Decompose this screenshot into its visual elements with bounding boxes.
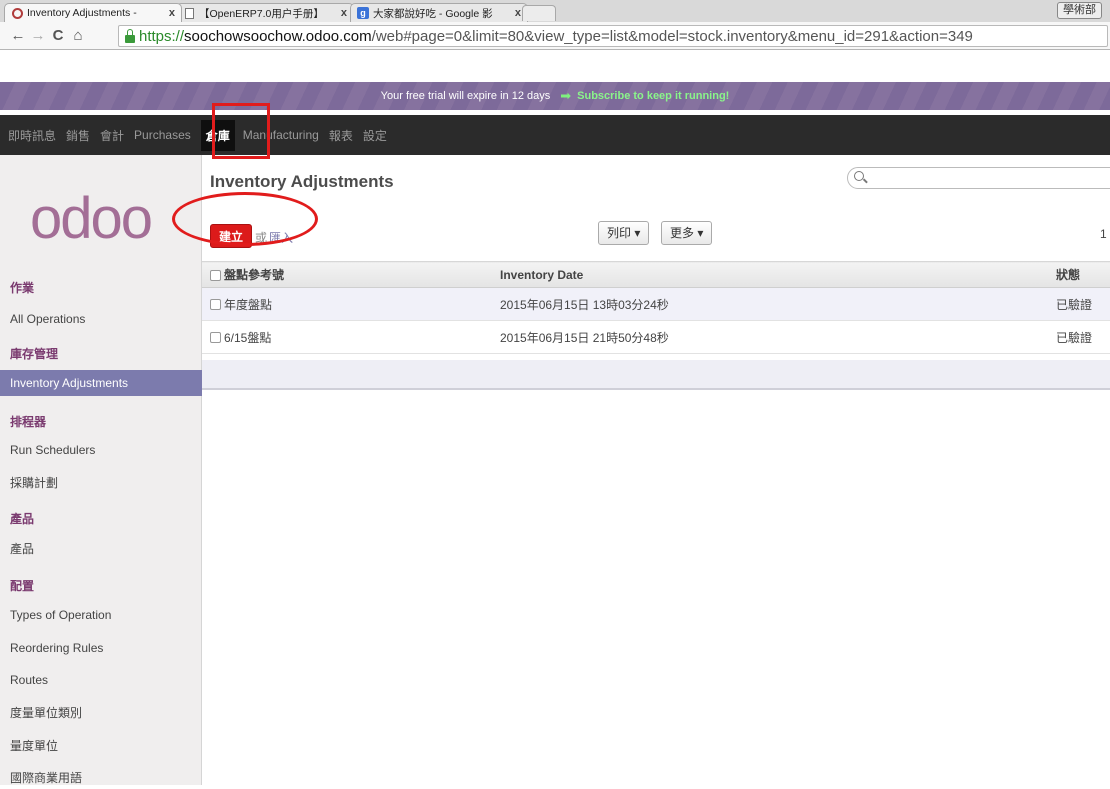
close-icon[interactable]: x: [341, 7, 347, 19]
column-header-inventory-date[interactable]: Inventory Date: [500, 261, 1056, 288]
menu-reports[interactable]: 報表: [329, 127, 353, 144]
row-select-cell: [202, 320, 224, 354]
sidebar-item-routes[interactable]: Routes: [0, 669, 202, 691]
print-dropdown-button[interactable]: 列印 ▾: [598, 221, 650, 245]
import-link[interactable]: 匯入: [269, 229, 293, 246]
sidebar-item-products[interactable]: 產品: [0, 538, 202, 560]
table-header-row: 盤點參考號 Inventory Date 狀態: [202, 261, 1110, 288]
sidebar-item-incoterms[interactable]: 國際商業用語: [0, 767, 202, 789]
tab-title: Inventory Adjustments -: [27, 7, 137, 19]
select-all-checkbox[interactable]: [210, 269, 221, 281]
table-row[interactable]: 年度盤點 2015年06月15日 13時03分24秒 已驗證: [202, 287, 1110, 321]
close-icon[interactable]: x: [169, 7, 175, 19]
cell-status[interactable]: 已驗證: [1056, 320, 1110, 354]
sidebar-item-units-of-measure[interactable]: 量度單位: [0, 735, 202, 757]
menu-warehouse[interactable]: 倉庫: [200, 119, 235, 151]
sidebar-item-procurement-plan[interactable]: 採購計劃: [0, 472, 202, 494]
tab-title: 大家都說好吃 - Google 影: [373, 7, 493, 20]
cell-reference[interactable]: 6/15盤點: [224, 320, 500, 354]
tab-title: 【OpenERP7.0用户手册】: [199, 7, 324, 20]
url-scheme: https://: [139, 27, 185, 45]
browser-tab-google[interactable]: g 大家都說好吃 - Google 影 x: [350, 3, 528, 22]
sidebar-item-uom-categories[interactable]: 度量單位類別: [0, 702, 202, 724]
cell-inventory-date[interactable]: 2015年06月15日 13時03分24秒: [500, 287, 1056, 321]
forward-icon[interactable]: →: [28, 27, 48, 44]
menu-manufacturing[interactable]: Manufacturing: [243, 128, 319, 142]
or-label: 或: [255, 231, 268, 245]
url-path: /web#page=0&limit=80&view_type=list&mode…: [371, 27, 973, 45]
pager[interactable]: 1: [1100, 227, 1107, 241]
home-icon[interactable]: ⌂: [68, 27, 88, 44]
row-select-cell: [202, 287, 224, 321]
url-host: soochowsoochow.odoo.com: [184, 27, 372, 45]
menu-purchases[interactable]: Purchases: [134, 128, 191, 142]
sidebar: odoo 作業 All Operations 庫存管理 Inventory Ad…: [0, 155, 202, 785]
menu-accounting[interactable]: 會計: [100, 127, 124, 144]
inventory-list-table: 盤點參考號 Inventory Date 狀態 年度盤點 2015年06月15日…: [202, 261, 1110, 354]
sidebar-item-run-schedulers[interactable]: Run Schedulers: [0, 439, 202, 461]
trial-message: Your free trial will expire in 12 days: [380, 90, 551, 102]
row-checkbox[interactable]: [210, 299, 221, 311]
sidebar-section-products: 產品: [10, 512, 35, 526]
odoo-icon: [11, 7, 23, 19]
sidebar-section-inventory-control: 庫存管理: [10, 347, 59, 361]
trial-banner: Your free trial will expire in 12 days ➡…: [0, 82, 1110, 110]
arrow-right-icon: ➡: [560, 88, 572, 103]
sidebar-item-inventory-adjustments[interactable]: Inventory Adjustments: [0, 370, 202, 396]
row-checkbox[interactable]: [210, 332, 221, 344]
browser-tab-bar: Inventory Adjustments - x 【OpenERP7.0用户手…: [0, 0, 1110, 22]
sidebar-item-all-operations[interactable]: All Operations: [0, 308, 202, 330]
search-icon: [854, 171, 864, 181]
table-row[interactable]: 6/15盤點 2015年06月15日 21時50分48秒 已驗證: [202, 320, 1110, 354]
more-dropdown-button[interactable]: 更多 ▾: [661, 221, 713, 245]
column-header-reference[interactable]: 盤點參考號: [224, 261, 500, 288]
address-bar[interactable]: https:// soochowsoochow.odoo.com /web#pa…: [118, 25, 1108, 47]
sidebar-section-schedulers: 排程器: [10, 415, 47, 429]
cell-status[interactable]: 已驗證: [1056, 287, 1110, 321]
cell-inventory-date[interactable]: 2015年06月15日 21時50分48秒: [500, 320, 1056, 354]
profile-badge[interactable]: 學術部: [1057, 2, 1102, 19]
sidebar-item-reordering-rules[interactable]: Reordering Rules: [0, 637, 202, 659]
menu-messaging[interactable]: 即時訊息: [8, 127, 56, 144]
sidebar-item-types-of-operation[interactable]: Types of Operation: [0, 604, 202, 626]
cell-reference[interactable]: 年度盤點: [224, 287, 500, 321]
sidebar-section-operations: 作業: [10, 281, 35, 295]
create-button[interactable]: 建立: [210, 224, 253, 248]
column-header-status[interactable]: 狀態: [1056, 261, 1110, 288]
lock-icon: [125, 28, 135, 43]
menu-settings[interactable]: 設定: [363, 127, 387, 144]
menu-sales[interactable]: 銷售: [66, 127, 90, 144]
browser-tab-manual[interactable]: 【OpenERP7.0用户手册】 x: [176, 3, 354, 22]
sidebar-section-configuration: 配置: [10, 579, 35, 593]
browser-toolbar: ← → C ⌂ https:// soochowsoochow.odoo.com…: [0, 22, 1110, 50]
document-icon: [183, 7, 195, 19]
main-content: Inventory Adjustments 建立 或 匯入 列印 ▾ 更多 ▾ …: [202, 155, 1110, 785]
page-title: Inventory Adjustments: [210, 172, 394, 191]
odoo-logo[interactable]: odoo: [30, 190, 153, 248]
select-all-cell: [202, 261, 224, 288]
reload-icon[interactable]: C: [48, 27, 68, 44]
top-menu: 即時訊息 銷售 會計 Purchases 倉庫 Manufacturing 報表…: [0, 115, 1110, 155]
browser-tab-inventory[interactable]: Inventory Adjustments - x: [4, 3, 182, 22]
search-input[interactable]: [847, 167, 1110, 189]
close-icon[interactable]: x: [515, 7, 521, 19]
subscribe-link[interactable]: Subscribe to keep it running!: [577, 90, 729, 102]
new-tab-button[interactable]: [522, 5, 556, 21]
list-footer: [202, 360, 1110, 390]
google-icon: g: [357, 7, 369, 19]
back-icon[interactable]: ←: [8, 27, 28, 44]
